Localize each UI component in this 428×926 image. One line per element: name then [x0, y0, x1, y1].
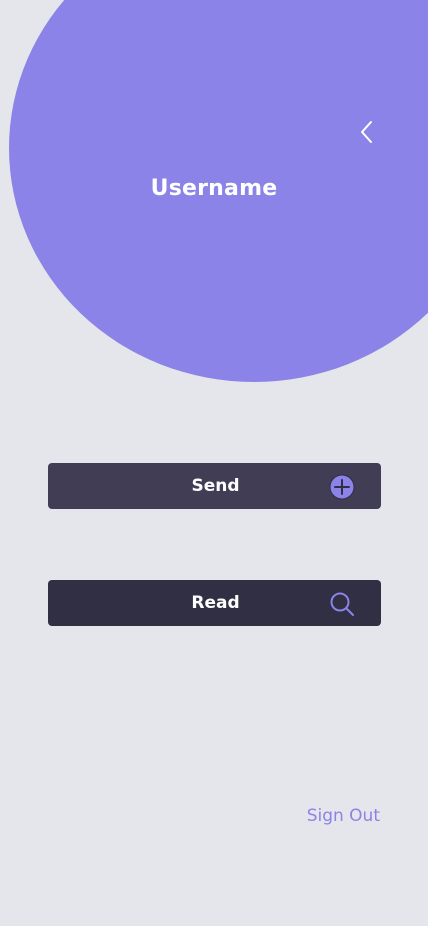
search-icon	[330, 592, 354, 616]
username-title: Username	[150, 176, 278, 201]
read-button[interactable]: Read	[48, 580, 381, 626]
back-button[interactable]	[352, 116, 382, 148]
plus-circle-icon	[329, 474, 355, 500]
sign-out-link[interactable]: Sign Out	[280, 806, 380, 826]
send-button[interactable]: Send	[48, 463, 381, 509]
home-screen: Username Send Read Sign Out	[0, 0, 428, 926]
chevron-left-icon	[361, 121, 372, 143]
